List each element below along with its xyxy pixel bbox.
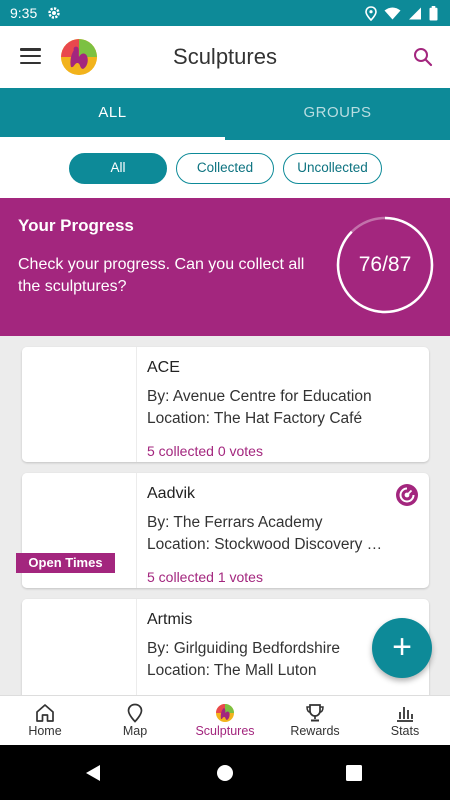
progress-banner[interactable]: Your Progress Check your progress. Can y…: [0, 198, 450, 336]
nav-rewards-label: Rewards: [290, 724, 340, 738]
filter-row: All Collected Uncollected: [0, 140, 450, 198]
page-title: Sculptures: [173, 44, 277, 69]
add-fab-button[interactable]: +: [372, 618, 432, 678]
app-bar: Sculptures: [0, 26, 450, 88]
filter-collected-chip[interactable]: Collected: [176, 153, 274, 184]
progress-description: Check your progress. Can you collect all…: [18, 256, 305, 295]
tab-bar: ALL GROUPS: [0, 88, 450, 140]
filter-all-chip[interactable]: All: [69, 153, 167, 184]
bottom-nav: Home Map Sculptures Rewards Stats: [0, 695, 450, 745]
home-icon: [36, 704, 54, 722]
clock: 9:35: [10, 5, 38, 21]
signal-icon: [409, 7, 421, 19]
sculpture-stats: 5 collected 1 votes: [147, 569, 263, 585]
sculpture-name: ACE: [147, 359, 180, 376]
wifi-icon: [384, 7, 401, 19]
sculpture-stats: 5 collected 0 votes: [147, 443, 263, 459]
sculpture-thumbnail: [22, 347, 137, 462]
tab-groups[interactable]: GROUPS: [225, 88, 450, 140]
nav-rewards[interactable]: Rewards: [270, 696, 360, 745]
vote-count: 0 votes: [217, 443, 263, 459]
home-circle-icon[interactable]: [216, 764, 234, 782]
nav-sculptures[interactable]: Sculptures: [180, 696, 270, 745]
tab-all[interactable]: ALL: [0, 88, 225, 140]
battery-icon: [429, 5, 438, 20]
sculpture-name: Artmis: [147, 611, 193, 628]
location-icon: [365, 5, 377, 21]
collected-count: 5 collected: [147, 569, 214, 585]
sculpture-card[interactable]: Artmis By: Girlguiding Bedfordshire Loca…: [22, 599, 429, 695]
sculpture-location: Location: The Hat Factory Café: [147, 410, 363, 427]
nav-stats-label: Stats: [390, 724, 420, 738]
system-navigation-bar: [0, 745, 450, 800]
sculpture-name: Aadvik: [147, 485, 196, 502]
sculpture-creator: By: The Ferrars Academy: [147, 514, 323, 531]
open-times-badge: Open Times: [16, 553, 115, 573]
trophy-icon: [306, 704, 324, 722]
sculpture-creator: By: Avenue Centre for Education: [147, 388, 372, 405]
recents-icon[interactable]: [346, 765, 362, 781]
filter-uncollected-chip[interactable]: Uncollected: [283, 153, 382, 184]
sculpture-thumbnail: [22, 599, 137, 695]
nav-map[interactable]: Map: [90, 696, 180, 745]
collected-count: 5 collected: [147, 443, 214, 459]
collected-icon: [396, 484, 418, 506]
back-icon[interactable]: [84, 764, 102, 782]
sculpture-location: Location: Stockwood Discovery …: [147, 536, 383, 553]
nav-map-label: Map: [122, 724, 148, 738]
map-pin-icon: [127, 703, 143, 723]
progress-title: Your Progress: [18, 216, 134, 235]
stats-icon: [397, 707, 413, 722]
status-bar: 9:35: [0, 0, 450, 26]
nav-stats[interactable]: Stats: [360, 696, 450, 745]
nav-home[interactable]: Home: [0, 696, 90, 745]
nav-home-label: Home: [28, 724, 62, 738]
sculpture-card[interactable]: ACE By: Avenue Centre for Education Loca…: [22, 347, 429, 462]
progress-count: 76/87: [358, 253, 412, 276]
nav-sculptures-label: Sculptures: [195, 724, 255, 738]
settings-icon: [48, 7, 60, 19]
vote-count: 1 votes: [217, 569, 263, 585]
search-icon[interactable]: [412, 46, 434, 68]
sculptures-icon: [216, 704, 234, 722]
